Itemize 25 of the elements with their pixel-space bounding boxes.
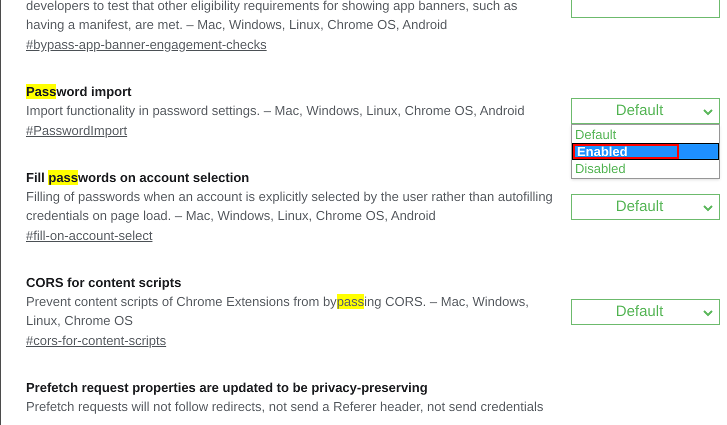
dropdown-option[interactable]: Enabled <box>572 143 719 160</box>
flag-title: CORS for content scripts <box>26 274 182 292</box>
flag-description: Linux, Chrome OS <box>26 312 133 330</box>
dropdown-option[interactable]: Disabled <box>572 160 719 177</box>
chevron-icon <box>703 310 713 316</box>
flag-description: developers to test that other eligibility requirements for showing app banners, such as <box>26 0 518 15</box>
flag-title: Fill passwords on account selection <box>26 169 250 187</box>
flag-link[interactable]: #bypass-app-banner-engagement-checks <box>26 37 267 52</box>
dropdown-select[interactable]: Default <box>571 298 720 324</box>
flag-link[interactable]: #cors-for-content-scripts <box>26 333 166 348</box>
flag-description: credentials on page load. – Mac, Windows, Linux, Chrome OS, Android <box>26 207 436 225</box>
flag-description: Import functionality in password settings. – Mac, Windows, Linux, Chrome OS, Android <box>26 102 525 120</box>
flag-title: Password import <box>26 83 132 101</box>
dropdown-select[interactable]: Default <box>571 98 720 124</box>
dropdown-option[interactable]: Default <box>572 126 719 143</box>
flag-description: having a manifest, are met. – Mac, Windows, Linux, Chrome OS, Android <box>26 16 448 34</box>
chevron-icon <box>703 109 713 116</box>
flag-link[interactable]: #PasswordImport <box>26 123 128 138</box>
flag-description: Filling of passwords when an account is explicitly selected by the user rather than autofilling <box>26 188 553 206</box>
flag-link[interactable]: #fill-on-account-select <box>26 228 152 243</box>
chevron-icon <box>703 204 713 212</box>
dropdown-select[interactable]: Default <box>571 194 720 220</box>
flag-title: Prefetch request properties are updated to be privacy-preserving <box>26 379 428 397</box>
flag-description: Prefetch requests will not follow redirects, not send a Referer header, not send credentials <box>26 398 544 416</box>
flag-description: Prevent content scripts of Chrome Extensions from bypassing CORS. – Mac, Windows, <box>26 293 529 311</box>
